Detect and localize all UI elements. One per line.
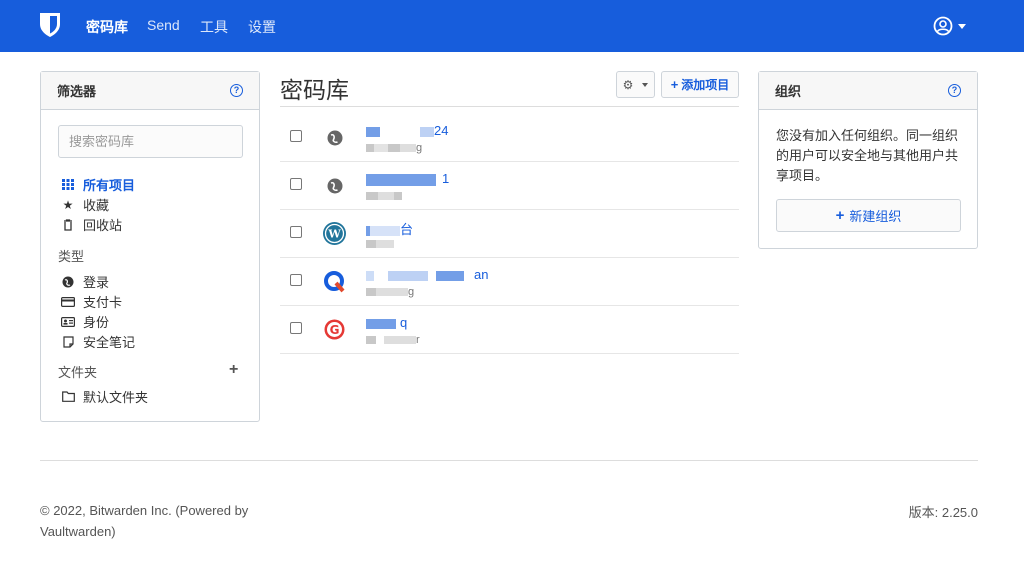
page-title: 密码库: [280, 77, 349, 103]
id-card-icon: [61, 316, 75, 327]
filters-title: 筛选器: [57, 84, 97, 99]
item-username: g: [366, 286, 414, 298]
add-item-label: 添加项目: [681, 78, 730, 92]
nav-tools[interactable]: 工具: [200, 17, 228, 37]
nav-send[interactable]: Send: [147, 17, 180, 33]
q-logo-icon: [323, 270, 346, 293]
vault-item-row[interactable]: an g: [280, 258, 739, 306]
organizations-empty-text: 您没有加入任何组织。同一组织的用户可以安全地与其他用户共享项目。: [776, 128, 959, 183]
vault-item-row[interactable]: G q r: [280, 306, 739, 354]
item-name[interactable]: 24: [366, 123, 448, 138]
item-checkbox[interactable]: [290, 130, 302, 142]
organizations-header: 组织 ?: [759, 72, 977, 110]
item-name-tail: 24: [434, 123, 449, 138]
filter-trash[interactable]: 回收站: [61, 215, 122, 234]
item-name[interactable]: 台: [366, 219, 413, 238]
item-username-tail: r: [416, 334, 420, 346]
user-menu-button[interactable]: [933, 16, 966, 36]
add-folder-button[interactable]: +: [229, 361, 238, 379]
nav-settings[interactable]: 设置: [248, 17, 276, 37]
svg-text:W: W: [327, 228, 341, 241]
item-name[interactable]: an: [366, 267, 488, 282]
item-username-tail: g: [416, 142, 423, 154]
user-circle-icon: [933, 16, 953, 36]
filter-trash-label: 回收站: [83, 218, 123, 233]
type-identity[interactable]: 身份: [61, 312, 109, 331]
filters-header: 筛选器 ?: [41, 72, 259, 110]
type-identity-label: 身份: [83, 315, 110, 330]
grid-icon: [61, 179, 75, 190]
chevron-down-icon: [642, 82, 649, 87]
vault-item-row[interactable]: 1: [280, 162, 739, 210]
plus-icon: +: [670, 77, 679, 92]
filter-all-items-label: 所有项目: [83, 178, 136, 193]
footer-divider: [40, 460, 978, 461]
folders-heading: 文件夹: [58, 365, 98, 380]
type-card[interactable]: 支付卡: [61, 292, 122, 311]
item-username: [366, 190, 402, 202]
item-checkbox[interactable]: [290, 322, 302, 334]
item-name-tail: an: [474, 267, 489, 282]
help-icon[interactable]: ?: [230, 84, 243, 97]
item-name-tail: 1: [442, 171, 450, 186]
help-icon[interactable]: ?: [948, 84, 961, 97]
type-secure-note[interactable]: 安全笔记: [61, 332, 135, 351]
item-username: r: [366, 334, 420, 346]
filter-favorites-label: 收藏: [83, 198, 110, 213]
new-organization-label: 新建组织: [849, 209, 902, 224]
types-heading: 类型: [58, 249, 85, 264]
trash-icon: [61, 218, 75, 231]
vault-options-button[interactable]: ⚙: [616, 71, 655, 98]
item-username: g: [366, 142, 422, 154]
organizations-card: 组织 ? 您没有加入任何组织。同一组织的用户可以安全地与其他用户共享项目。 + …: [758, 71, 978, 249]
bitwarden-shield-icon[interactable]: [39, 12, 61, 38]
folder-default-label: 默认文件夹: [83, 390, 149, 405]
type-card-label: 支付卡: [83, 295, 123, 310]
item-checkbox[interactable]: [290, 274, 302, 286]
vault-item-row[interactable]: W 台: [280, 210, 739, 258]
item-checkbox[interactable]: [290, 226, 302, 238]
item-name[interactable]: 1: [366, 171, 449, 186]
top-navbar: 密码库 Send 工具 设置: [0, 0, 1024, 52]
folder-icon: [61, 391, 75, 402]
type-login-label: 登录: [83, 275, 110, 290]
g-logo-icon: G: [323, 318, 346, 341]
vault-item-row[interactable]: 24 g: [280, 114, 739, 162]
type-secure-note-label: 安全笔记: [83, 335, 136, 350]
chevron-down-icon: [958, 23, 966, 29]
note-icon: [61, 335, 75, 348]
globe-icon: [323, 126, 346, 149]
title-divider: [280, 106, 739, 107]
filter-all-items[interactable]: 所有项目: [61, 175, 135, 194]
item-name-tail: q: [400, 315, 408, 330]
plus-icon: +: [835, 207, 845, 224]
folder-default[interactable]: 默认文件夹: [61, 387, 148, 406]
item-username: [366, 238, 394, 250]
gear-icon: ⚙: [622, 77, 634, 92]
type-login[interactable]: 登录: [61, 272, 109, 291]
filters-card: 筛选器 ? 所有项目 ★ 收藏 回收站 类型 登录 支付卡: [40, 71, 260, 422]
globe-icon: [323, 174, 346, 197]
item-username-tail: g: [408, 286, 415, 298]
organizations-title: 组织: [775, 84, 802, 99]
filter-favorites[interactable]: ★ 收藏: [61, 195, 109, 214]
search-input[interactable]: [58, 125, 243, 158]
nav-vault[interactable]: 密码库: [86, 17, 128, 37]
add-item-button[interactable]: + 添加项目: [661, 71, 739, 98]
star-icon: ★: [62, 197, 74, 212]
new-organization-button[interactable]: + 新建组织: [776, 199, 961, 232]
footer-copyright: © 2022, Bitwarden Inc. (Powered by Vault…: [40, 503, 249, 539]
item-checkbox[interactable]: [290, 178, 302, 190]
svg-text:G: G: [330, 323, 340, 337]
credit-card-icon: [61, 296, 75, 307]
item-name[interactable]: q: [366, 315, 407, 330]
globe-icon: [61, 276, 75, 288]
footer-version: 版本: 2.25.0: [908, 505, 978, 520]
wordpress-icon: W: [323, 222, 346, 245]
item-name-tail: 台: [400, 222, 414, 237]
